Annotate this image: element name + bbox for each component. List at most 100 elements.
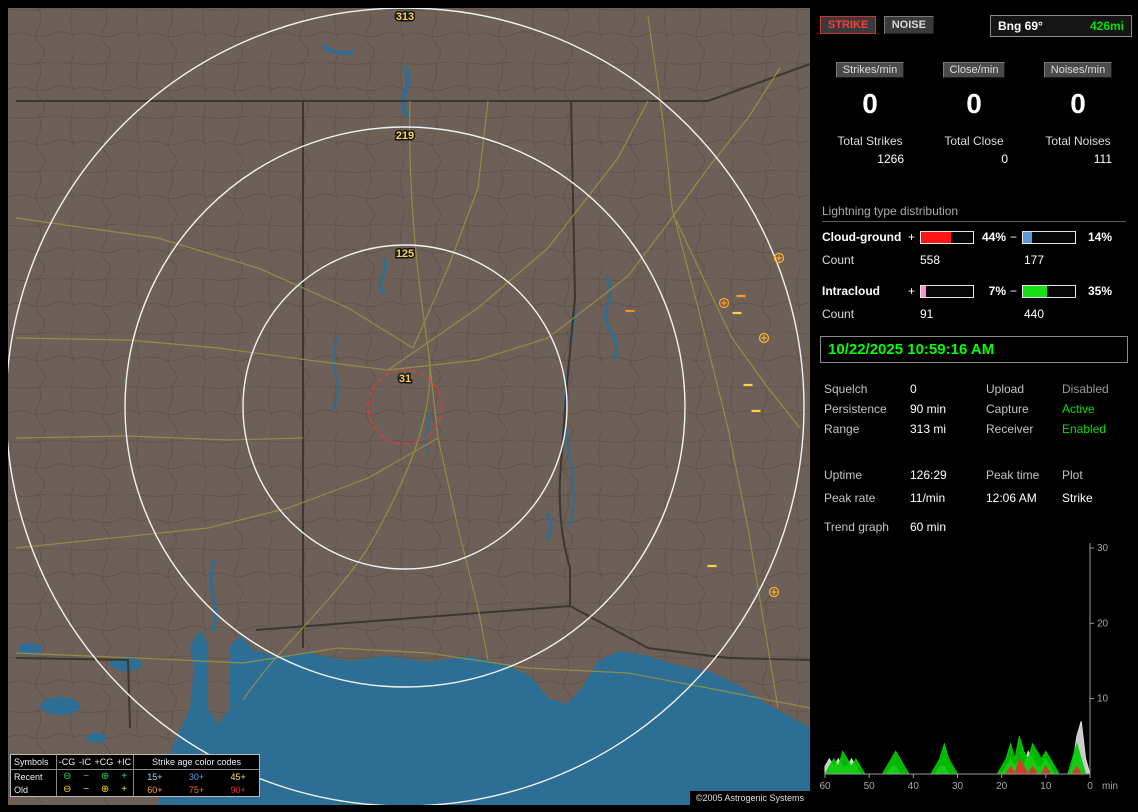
status-panel: STRIKE NOISE Bng 69° 426mi Strikes/min C… [818,8,1132,805]
strike-mode-button[interactable]: STRIKE [820,16,877,34]
settings-row: Squelch 0 Upload Disabled [824,382,1126,396]
peak-time-label: Peak time [986,468,1040,482]
cg-minus-percent: 14% [1087,230,1112,244]
upload-status: Disabled [1062,382,1109,396]
legend-col-neg-cg: -CG [58,757,76,767]
minus-sign: − [1010,230,1018,244]
svg-text:31: 31 [399,373,411,385]
strikes-per-min-value: 0 [862,88,878,119]
ic-minus-count: 440 [1024,307,1045,321]
map-legend: Symbols -CG -IC +CG +IC Strike age color… [10,754,260,797]
stats-row: Uptime 126:29 Peak time Plot [824,468,1126,482]
uptime-label: Uptime [824,468,863,482]
age-75: 75+ [188,784,205,795]
neg-cg-old-icon: ⊖ [62,783,72,795]
neg-ic-recent-icon: − [83,770,90,782]
plus-sign: + [908,284,916,298]
plot-label: Plot [1062,468,1083,482]
bearing-value: Bng 69° [998,19,1043,33]
mode-buttons: STRIKE NOISE [820,16,938,34]
pos-cg-old-icon: ⊕ [100,783,110,795]
total-noises-label: Total Noises [1045,134,1111,148]
cg-minus-bar [1022,230,1076,244]
trend-row: Trend graph 60 min [824,520,1126,534]
legend-col-pos-ic: +IC [116,757,132,767]
pos-ic-old-icon: + [121,783,128,795]
svg-text:40: 40 [908,781,920,792]
neg-ic-old-icon: − [83,783,90,795]
map-canvas: 313 219 125 31 [8,8,810,805]
legend-col-neg-ic: -IC [78,757,91,767]
ic-plus-count: 91 [920,307,934,321]
persistence-value: 90 min [910,402,947,416]
bearing-range-value: 426mi [1089,19,1124,33]
trend-chart: 10 20 30 60 50 40 30 20 10 0 min [819,543,1118,792]
minus-sign: − [1010,284,1018,298]
cg-minus-count: 177 [1024,253,1045,267]
age-60: 60+ [147,784,163,795]
peak-time-value: 12:06 AM [986,491,1037,505]
squelch-value: 0 [910,382,917,396]
cloud-ground-row: Cloud-ground + 44% − 14% [822,230,1128,244]
count-label: Count [822,253,855,267]
noise-mode-button[interactable]: NOISE [883,16,934,34]
ic-plus-percent: 7% [988,284,1006,298]
ic-minus-percent: 35% [1087,284,1112,298]
age-90: 90+ [230,784,246,795]
close-per-min-button[interactable]: Close/min [942,62,1006,78]
legend-old-label: Old [14,784,29,795]
strikes-per-min-button[interactable]: Strikes/min [835,62,905,78]
trend-graph-label: Trend graph [824,520,889,534]
rate-values-row: 0 0 0 [818,88,1130,120]
svg-text:min: min [1102,781,1118,792]
total-close-label: Total Close [944,134,1004,148]
svg-text:20: 20 [996,781,1008,792]
total-strikes-value: 1266 [877,152,904,166]
settings-row: Range 313 mi Receiver Enabled [824,422,1126,436]
svg-text:313: 313 [396,11,414,23]
svg-text:30: 30 [952,781,964,792]
cg-plus-bar [920,230,974,244]
svg-text:0: 0 [1087,781,1093,792]
legend-age-title: Strike age color codes [151,757,242,767]
neg-cg-recent-icon: ⊖ [62,770,72,782]
nexstorm-window: { "map": { "center": {"x": 397, "y": 399… [0,0,1138,812]
svg-text:50: 50 [864,781,876,792]
svg-text:60: 60 [819,781,831,792]
noises-per-min-button[interactable]: Noises/min [1043,62,1113,78]
squelch-label: Squelch [824,382,868,396]
receiver-status: Enabled [1062,422,1107,436]
svg-text:30: 30 [1097,543,1109,554]
plot-value: Strike [1062,491,1093,505]
legend-recent-label: Recent [14,771,43,782]
receiver-label: Receiver [986,422,1034,436]
capture-status: Active [1062,402,1095,416]
copyright-notice: ©2005 Astrogenic Systems [689,791,810,805]
svg-text:219: 219 [396,130,414,142]
uptime-value: 126:29 [910,468,947,482]
pos-ic-recent-icon: + [121,770,128,782]
ic-plus-bar [920,284,974,298]
ic-minus-bar [1022,284,1076,298]
intracloud-row: Intracloud + 7% − 35% [822,284,1128,298]
peak-rate-label: Peak rate [824,491,876,505]
cloud-ground-count-row: Count 558 177 [822,253,1128,267]
cg-plus-percent: 44% [981,230,1006,244]
svg-text:10: 10 [1040,781,1052,792]
legend-symbols-title: Symbols [14,757,49,767]
cg-plus-count: 558 [920,253,941,267]
persistence-label: Persistence [824,402,887,416]
totals-values-row: 1266 0 111 [818,152,1130,166]
range-label: Range [824,422,860,436]
total-strikes-label: Total Strikes [837,134,903,148]
total-close-value: 0 [1001,152,1008,166]
peak-rate-value: 11/min [910,491,946,505]
total-noises-value: 111 [1093,152,1112,166]
settings-row: Persistence 90 min Capture Active [824,402,1126,416]
totals-labels-row: Total Strikes Total Close Total Noises [818,134,1130,148]
age-45: 45+ [230,771,246,782]
intracloud-label: Intracloud [822,284,881,298]
range-value: 313 mi [910,422,947,436]
map-view[interactable]: 313 219 125 31 Symbols -CG -IC +CG +IC Stri… [8,8,810,805]
distribution-title: Lightning type distribution [822,204,1126,222]
